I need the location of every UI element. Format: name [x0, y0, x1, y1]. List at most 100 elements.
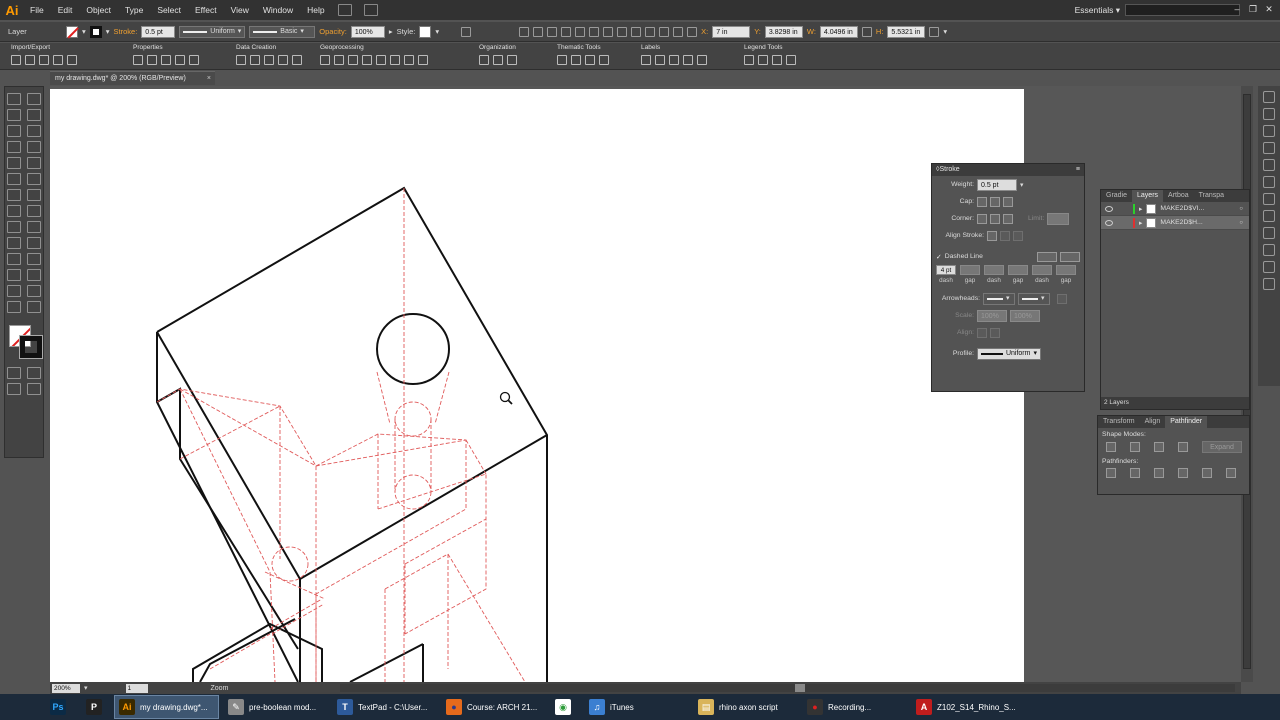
brushes-panel-icon[interactable] — [1263, 142, 1275, 154]
arrow-align-end-icon[interactable] — [990, 327, 1000, 338]
swap-arrowheads-icon[interactable] — [1057, 293, 1067, 304]
menu-effect[interactable]: Effect — [188, 0, 224, 20]
legend-icon[interactable] — [744, 55, 754, 65]
rotate-tool-icon[interactable] — [7, 189, 21, 201]
hand-tool-icon[interactable] — [7, 301, 21, 313]
list-icon[interactable] — [189, 55, 199, 65]
export-icon[interactable] — [25, 55, 35, 65]
arrange-documents-icon[interactable] — [363, 4, 378, 16]
profile-dropdown[interactable]: Uniform ▾ — [977, 347, 1041, 360]
gradient-mode-icon[interactable] — [27, 367, 41, 379]
selection-tool-icon[interactable] — [7, 93, 21, 105]
align-bottom-icon[interactable] — [589, 26, 600, 37]
taskbar-item[interactable]: Ai my drawing.dwg*... — [114, 695, 219, 719]
arrow-align-tip-icon[interactable] — [977, 327, 987, 338]
properties-icon[interactable] — [133, 55, 143, 65]
graphic-style-swatch[interactable] — [419, 25, 432, 38]
merge-icon[interactable] — [390, 55, 400, 65]
taskbar-item[interactable]: T TextPad - C:\User... — [332, 695, 437, 719]
dash-align-corners-icon[interactable] — [1060, 251, 1080, 262]
clip-icon[interactable] — [334, 55, 344, 65]
legend-fit-icon[interactable] — [786, 55, 796, 65]
menu-edit[interactable]: Edit — [51, 0, 80, 20]
intersect-icon[interactable] — [1154, 442, 1164, 452]
minimize-button[interactable]: – — [1230, 0, 1244, 20]
align-inside-stroke-icon[interactable] — [1000, 230, 1010, 241]
distribute-middle-icon[interactable] — [617, 26, 628, 37]
label-rotate-icon[interactable] — [683, 55, 693, 65]
table-icon[interactable] — [147, 55, 157, 65]
color-mode-icon[interactable] — [7, 367, 21, 379]
miter-limit-input[interactable] — [1047, 212, 1070, 225]
variable-width-profile-dropdown[interactable]: Uniform ▾ — [179, 25, 246, 38]
swatches-panel-icon[interactable] — [1263, 125, 1275, 137]
dash-preserve-icon[interactable] — [1037, 251, 1057, 262]
recolor-icon[interactable] — [461, 26, 472, 37]
stroke-panel-icon[interactable] — [1263, 176, 1275, 188]
gap-input[interactable] — [1008, 265, 1028, 275]
layers-icon[interactable] — [39, 55, 49, 65]
scale-tool-icon[interactable] — [27, 189, 41, 201]
label-edit-icon[interactable] — [655, 55, 665, 65]
miter-join-icon[interactable] — [977, 213, 987, 224]
menu-type[interactable]: Type — [118, 0, 150, 20]
align-right-icon[interactable] — [547, 26, 558, 37]
align-outside-stroke-icon[interactable] — [1013, 230, 1023, 241]
tab-align[interactable]: Align — [1140, 416, 1166, 428]
taskbar-item[interactable]: ● Course: ARCH 21... — [441, 695, 546, 719]
taskbar-item[interactable]: ◉ — [550, 695, 580, 719]
gradient-panel-icon[interactable] — [1263, 193, 1275, 205]
taskbar-item[interactable]: A Z102_S14_Rhino_S... — [911, 695, 1016, 719]
butt-cap-icon[interactable] — [977, 196, 987, 207]
distribute-top-icon[interactable] — [603, 26, 614, 37]
distribute-right-icon[interactable] — [673, 26, 684, 37]
y-field[interactable]: 3.8298 in — [764, 25, 803, 38]
intersect-icon[interactable] — [348, 55, 358, 65]
gap-input[interactable] — [1056, 265, 1076, 275]
exclude-icon[interactable] — [1178, 442, 1188, 452]
classify-icon[interactable] — [571, 55, 581, 65]
pen-tool-icon[interactable] — [7, 125, 21, 137]
layer-row[interactable]: ▸ MAKE2D$H... ○ — [1101, 216, 1249, 230]
sort-icon[interactable] — [507, 55, 517, 65]
projecting-cap-icon[interactable] — [1003, 196, 1013, 207]
menu-file[interactable]: File — [23, 0, 51, 20]
crop-icon[interactable] — [1178, 468, 1188, 478]
expand-button[interactable]: Expand — [1202, 441, 1242, 453]
taskbar-item[interactable]: ▤ rhino axon script — [693, 695, 798, 719]
visibility-eye-icon[interactable] — [1105, 205, 1113, 212]
union-icon[interactable] — [362, 55, 372, 65]
height-field[interactable]: 5.5321 in — [887, 25, 926, 38]
divide-icon[interactable] — [1106, 468, 1116, 478]
width-tool-icon[interactable] — [7, 205, 21, 217]
taskbar-item[interactable]: ● Recording... — [802, 695, 907, 719]
restore-button[interactable]: ❐ — [1246, 0, 1260, 20]
distribute-center-icon[interactable] — [659, 26, 670, 37]
import-icon[interactable] — [11, 55, 21, 65]
visibility-eye-icon[interactable] — [1105, 219, 1113, 226]
lasso-tool-icon[interactable] — [27, 109, 41, 121]
symbol-sprayer-tool-icon[interactable] — [7, 269, 21, 281]
save-icon[interactable] — [53, 55, 63, 65]
menu-window[interactable]: Window — [256, 0, 300, 20]
merge-icon[interactable] — [1154, 468, 1164, 478]
stroke-weight-input[interactable]: 0.5 pt — [977, 178, 1017, 191]
free-transform-tool-icon[interactable] — [27, 205, 41, 217]
dash-input[interactable] — [1032, 265, 1052, 275]
artboards-panel-icon[interactable] — [1263, 278, 1275, 290]
color-guide-icon[interactable] — [1263, 108, 1275, 120]
distribute-left-icon[interactable] — [645, 26, 656, 37]
stroke-color-icon[interactable] — [19, 335, 43, 359]
column-graph-tool-icon[interactable] — [27, 269, 41, 281]
line-icon[interactable] — [250, 55, 260, 65]
organize-icon[interactable] — [479, 55, 489, 65]
direct-selection-tool-icon[interactable] — [27, 93, 41, 105]
trim-icon[interactable] — [1130, 468, 1140, 478]
start-arrowhead-dropdown[interactable]: ▾ — [983, 292, 1015, 305]
help-search-input[interactable] — [1125, 4, 1240, 16]
stroke-link[interactable]: Stroke: — [114, 27, 138, 36]
align-top-icon[interactable] — [561, 26, 572, 37]
artboard-number-field[interactable]: 1 — [125, 683, 148, 693]
dissolve-icon[interactable] — [376, 55, 386, 65]
artboard[interactable] — [50, 89, 1024, 682]
